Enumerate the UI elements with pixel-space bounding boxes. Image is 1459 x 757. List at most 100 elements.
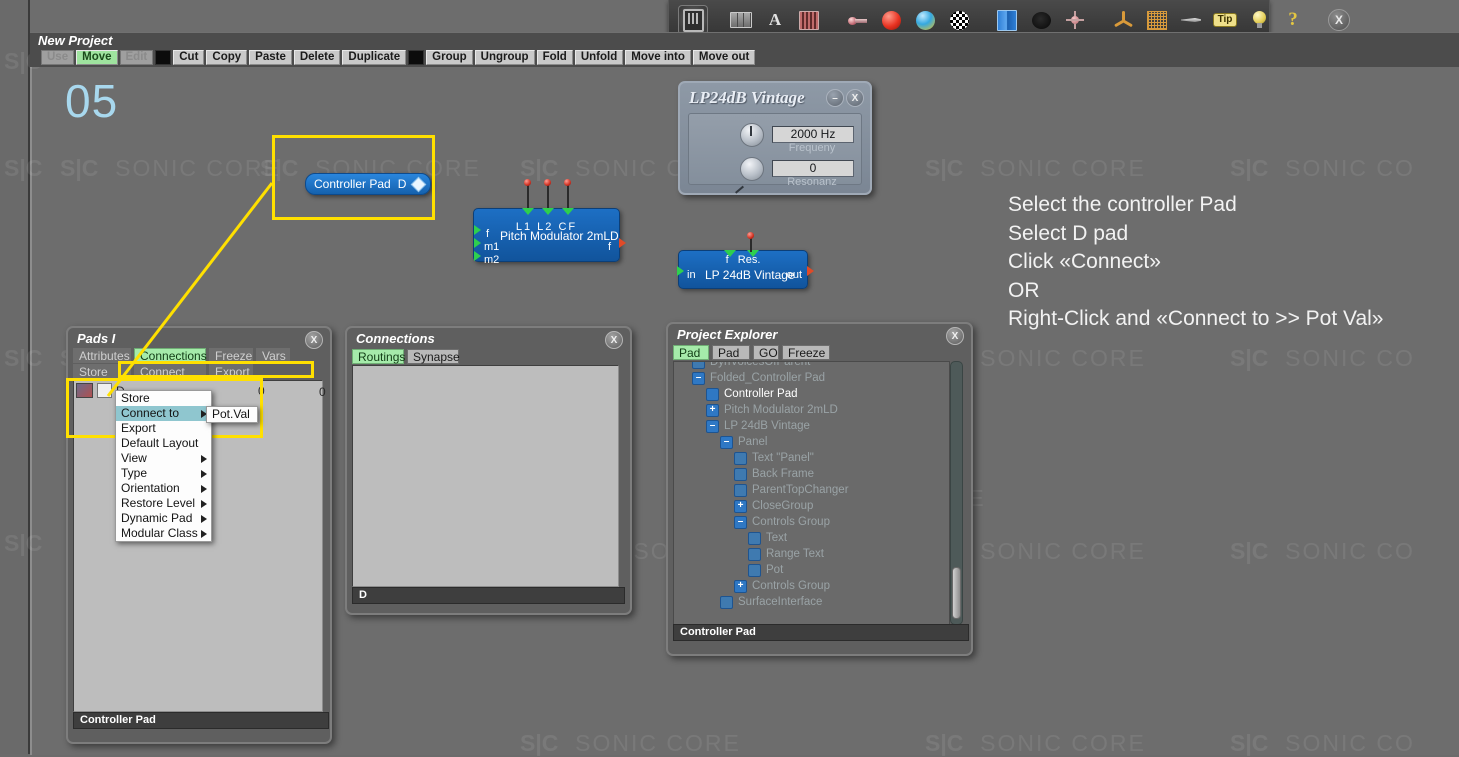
close-icon[interactable]: X [946,327,964,345]
menu-item-fold[interactable]: Fold [537,50,573,65]
project-explorer-window[interactable]: Project Explorer X Pad IPad IIGOFreeze D… [666,322,973,656]
menu-item-default-layout[interactable]: Default Layout [116,436,211,451]
connections-titlebar[interactable]: Connections X [347,328,630,348]
orange-grid-icon[interactable] [1142,5,1172,35]
input-arrow-cf-icon[interactable] [562,208,574,215]
expand-icon[interactable]: + [706,404,719,417]
explorer-scrollbar-thumb[interactable] [952,567,961,619]
connections-window[interactable]: Connections X RoutingsSynapse D [345,326,632,615]
collapse-icon[interactable]: – [734,516,747,529]
move-icon[interactable] [1060,5,1090,35]
pin-res-icon[interactable] [747,232,754,239]
output-arrow-f-icon[interactable] [619,238,626,248]
context-submenu[interactable]: Pot.Val [206,406,258,423]
tree-item[interactable]: SurfaceInterface [678,594,849,610]
menu-item-orientation[interactable]: Orientation [116,481,211,496]
menu-item-move-out[interactable]: Move out [693,50,755,65]
menu-item-store[interactable]: Store [116,391,211,406]
red-sphere-icon[interactable] [876,5,906,35]
key-icon[interactable] [842,5,872,35]
explorer-titlebar[interactable]: Project Explorer X [668,324,971,344]
cyan-sphere-icon[interactable] [910,5,940,35]
tree-item[interactable]: +Pitch Modulator 2mLD [678,402,849,418]
tree-item[interactable]: +Controls Group [678,578,849,594]
tree-item[interactable]: +CloseGroup [678,498,849,514]
menu-item-unfold[interactable]: Unfold [575,50,623,65]
lightbulb-icon[interactable] [1244,5,1274,35]
input-arrow-m2-icon[interactable] [474,251,481,261]
cards-icon[interactable] [726,5,756,35]
submenu-item-pot-val[interactable]: Pot.Val [207,407,257,422]
menu-item-type[interactable]: Type [116,466,211,481]
menu-item-copy[interactable]: Copy [206,50,247,65]
tree-item[interactable]: Text [678,530,849,546]
tree-item[interactable]: –Panel [678,434,849,450]
red-grid-icon[interactable] [794,5,824,35]
resonance-value[interactable]: 0 [772,160,854,177]
pin-cf-icon[interactable] [564,179,571,186]
pitch-modulator-module[interactable]: L1 L2 CF Pitch Modulator 2mLD f m1 m2 f [473,208,620,262]
tree-item[interactable]: –LP 24dB Vintage [678,418,849,434]
tripod-icon[interactable] [1108,5,1138,35]
text-tool-icon[interactable]: A [760,5,790,35]
tab-go[interactable]: GO [753,345,779,360]
menu-item-dynamic-pad[interactable]: Dynamic Pad [116,511,211,526]
input-arrow-in-icon[interactable] [677,266,684,276]
pin-l1-icon[interactable] [524,179,531,186]
explorer-scrollbar[interactable] [950,361,963,625]
plane-icon[interactable] [1176,5,1206,35]
menu-item-move-into[interactable]: Move into [625,50,691,65]
pads-titlebar[interactable]: Pads I X [68,328,330,348]
menu-item-paste[interactable]: Paste [249,50,292,65]
output-arrow-out-icon[interactable] [807,266,814,276]
lp24db-vintage-panel[interactable]: LP24dB Vintage – X 2000 Hz Frequeny 0 Re… [678,81,872,195]
collapse-icon[interactable]: – [720,436,733,449]
help-icon[interactable]: ? [1278,5,1308,35]
collapse-icon[interactable]: – [706,420,719,433]
collapse-icon[interactable]: – [692,372,705,385]
tree-item[interactable]: Back Frame [678,466,849,482]
close-icon[interactable]: X [846,89,864,107]
browser-icon[interactable] [678,5,708,35]
frequency-knob[interactable] [740,123,764,147]
tree-item[interactable]: –Controls Group [678,514,849,530]
black-blob-icon[interactable] [1026,5,1056,35]
tree-item[interactable]: Controller Pad [678,386,849,402]
input-arrow-l1-icon[interactable] [522,208,534,215]
close-icon[interactable]: X [305,331,323,349]
frequency-value[interactable]: 2000 Hz [772,126,854,143]
input-arrow-f-icon[interactable] [724,250,736,257]
tree-item[interactable]: ParentTopChanger [678,482,849,498]
pin-l2-icon[interactable] [544,179,551,186]
expand-icon[interactable]: + [734,500,747,513]
menu-item-group[interactable]: Group [426,50,473,65]
input-arrow-f-icon[interactable] [474,225,481,235]
connections-list-pane[interactable] [352,365,619,587]
resonance-knob[interactable] [740,157,764,181]
menu-item-restore-level[interactable]: Restore Level [116,496,211,511]
explorer-tree-pane[interactable]: DynVoicesOfParent–Folded_Controller PadC… [673,361,950,625]
context-menu[interactable]: StoreConnect toExport Default LayoutView… [115,390,212,542]
tab-freeze[interactable]: Freeze [782,345,830,360]
menu-item-modular-class[interactable]: Modular Class [116,526,211,541]
menu-item-cut[interactable]: Cut [173,50,204,65]
minimize-button[interactable]: – [826,89,844,107]
close-icon[interactable]: X [605,331,623,349]
blue-book-icon[interactable] [992,5,1022,35]
tip-icon[interactable]: Tip [1210,5,1240,35]
lp-out-module[interactable]: f Res. in LP 24dB Vintage out [678,250,808,289]
expand-icon[interactable]: + [734,580,747,593]
menu-item-view[interactable]: View [116,451,211,466]
menu-item-ungroup[interactable]: Ungroup [475,50,535,65]
input-arrow-l2-icon[interactable] [542,208,554,215]
close-window-icon[interactable]: X [1324,5,1354,35]
input-arrow-m1-icon[interactable] [474,238,481,248]
menu-item-export[interactable]: Export [116,421,211,436]
input-arrow-res-icon[interactable] [747,250,759,257]
tree-item[interactable]: Range Text [678,546,849,562]
tree-item[interactable]: Pot [678,562,849,578]
checker-sphere-icon[interactable] [944,5,974,35]
tab-pad-i[interactable]: Pad I [673,345,709,360]
tree-item[interactable]: DynVoicesOfParent [678,361,849,370]
tab-synapse[interactable]: Synapse [407,349,459,364]
